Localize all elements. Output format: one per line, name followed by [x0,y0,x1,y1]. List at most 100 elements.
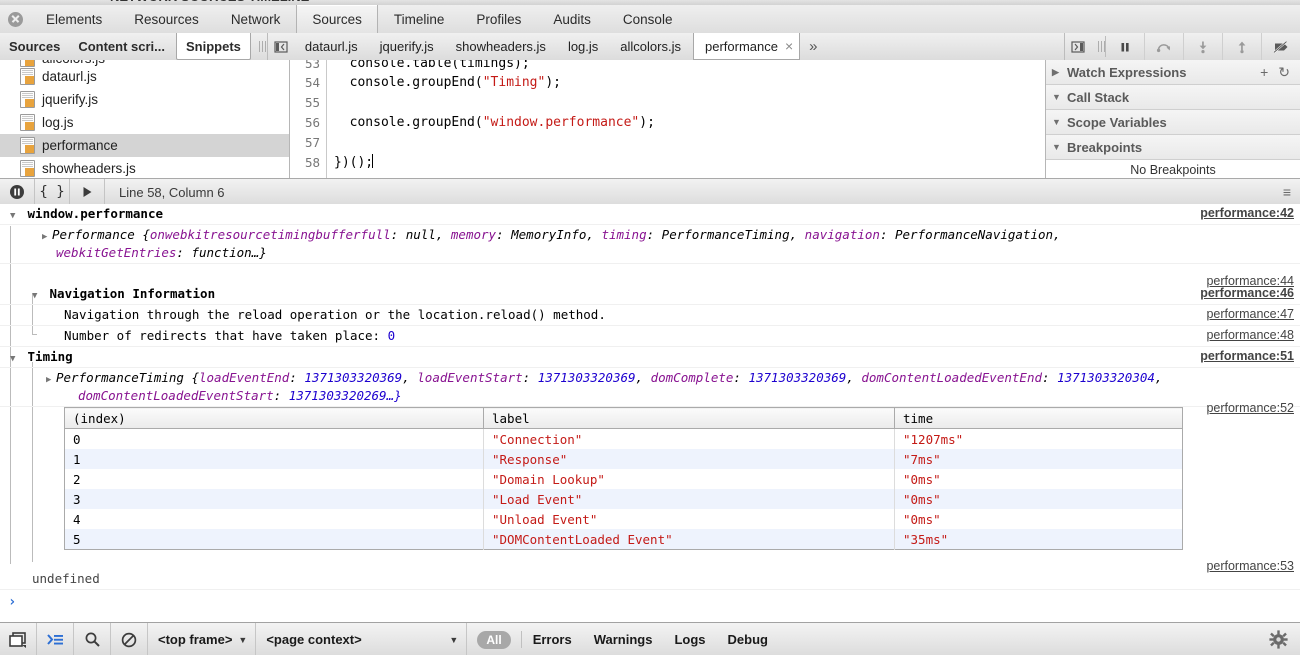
tab-sources[interactable]: Sources [296,5,378,33]
chevron-right-icon[interactable]: ▶ [46,372,56,388]
cell-label: "Response" [484,449,895,469]
object-key: navigation [805,227,880,242]
column-header-index[interactable]: (index) [65,408,484,429]
filter-errors-button[interactable]: Errors [522,623,583,655]
source-link[interactable]: performance:42 [1200,206,1294,220]
pause-on-exceptions-button[interactable] [0,179,35,205]
group-label: window.performance [28,206,163,221]
console-prompt-row[interactable]: › [0,590,1300,612]
panel-expand-icon [1071,40,1085,54]
filter-debug-button[interactable]: Debug [717,623,779,655]
console-group-navigation-information[interactable]: ▼ Navigation Information performance:46 [0,284,1300,305]
show-console-button[interactable] [37,623,74,655]
line-number: 57 [290,133,326,153]
file-tab-performance[interactable]: performance × [693,33,800,60]
file-tab-jquerify[interactable]: jquerify.js [369,33,445,60]
filter-all-button[interactable]: All [477,631,510,649]
file-tab-label: showheaders.js [456,39,546,54]
column-header-time[interactable]: time [895,408,1183,429]
console-table[interactable]: (index) label time 0 "Connection" "1207m… [64,407,1183,550]
cell-time: "1207ms" [895,429,1183,450]
add-watch-icon[interactable]: + [1260,64,1268,81]
console-group-window-performance[interactable]: ▼ window.performance performance:42 [0,204,1300,225]
pretty-print-button[interactable]: { } [35,179,70,205]
table-row[interactable]: 2 "Domain Lookup" "0ms" [65,469,1183,489]
refresh-icon[interactable]: ↻ [1278,64,1290,81]
frame-selector[interactable]: <top frame> ▼ [148,623,256,655]
close-icon[interactable]: × [785,39,793,53]
deactivate-breakpoints-button[interactable] [1262,33,1300,60]
close-devtools-button[interactable] [0,5,30,33]
source-link[interactable]: performance:47 [1206,307,1294,321]
source-link[interactable]: performance:51 [1200,349,1294,363]
filter-logs-button[interactable]: Logs [663,623,716,655]
file-tab-dataurl[interactable]: dataurl.js [294,33,369,60]
pause-resume-button[interactable] [1106,33,1145,60]
tab-timeline[interactable]: Timeline [378,5,461,33]
subtab-sources[interactable]: Sources [0,33,69,60]
console-output[interactable]: ▼ window.performance performance:42 ▶Per… [0,204,1300,622]
tab-audits[interactable]: Audits [537,5,607,33]
table-row[interactable]: 4 "Unload Event" "0ms" [65,509,1183,529]
list-item[interactable]: log.js [0,111,289,134]
file-tabs-overflow-button[interactable]: » [801,33,825,60]
source-link[interactable]: performance:48 [1206,328,1294,342]
chevron-right-icon[interactable]: ▶ [42,229,52,245]
code-text: console.table(timings); [350,60,530,71]
tab-network[interactable]: Network [215,5,297,33]
console-menu-icon[interactable]: ≡ [1283,179,1300,205]
dock-mode-button[interactable] [0,623,37,655]
toggle-navigator-button[interactable] [267,33,294,60]
list-item[interactable]: jquerify.js [0,88,289,111]
list-item[interactable]: showheaders.js [0,157,289,178]
table-row[interactable]: 5 "DOMContentLoaded Event" "35ms" [65,529,1183,550]
console-object-performance[interactable]: ▶Performance {onwebkitresourcetimingbuff… [0,225,1300,264]
tab-elements[interactable]: Elements [30,5,118,33]
tab-resources[interactable]: Resources [118,5,215,33]
clear-console-button[interactable] [111,623,148,655]
table-row[interactable]: 0 "Connection" "1207ms" [65,429,1183,450]
section-breakpoints[interactable]: ▼ Breakpoints [1046,135,1300,160]
section-watch-expressions[interactable]: ▶ Watch Expressions + ↻ [1046,60,1300,85]
tab-console[interactable]: Console [607,5,689,33]
column-header-label[interactable]: label [484,408,895,429]
list-item-performance[interactable]: performance [0,134,289,157]
subtab-content-scripts[interactable]: Content scri... [69,33,174,60]
file-tab-showheaders[interactable]: showheaders.js [445,33,557,60]
table-row[interactable]: 3 "Load Event" "0ms" [65,489,1183,509]
filter-warnings-button[interactable]: Warnings [583,623,664,655]
toggle-sidebar-button[interactable] [1064,33,1091,60]
pause-icon [1118,40,1132,54]
table-row[interactable]: 1 "Response" "7ms" [65,449,1183,469]
step-over-button[interactable] [1145,33,1184,60]
tab-label: Profiles [476,12,521,27]
file-tab-allcolors[interactable]: allcolors.js [609,33,692,60]
file-tab-label: dataurl.js [305,39,358,54]
list-item[interactable]: dataurl.js [0,65,289,88]
step-into-icon [1196,40,1210,54]
snippets-file-list[interactable]: allcolors.js dataurl.js jquerify.js log.… [0,60,290,178]
console-group-timing[interactable]: ▼ Timing performance:51 [0,347,1300,368]
tab-label: Elements [46,12,102,27]
console-object-performance-timing[interactable]: ▶PerformanceTiming {loadEventEnd: 137130… [0,368,1300,407]
file-tab-log[interactable]: log.js [557,33,609,60]
panel-tab-bar: Elements Resources Network Sources Timel… [0,5,1300,34]
code-editor[interactable]: 53 54 55 56 57 58 59 console.table(timin… [290,60,1046,178]
editor-status-bar: { } Line 58, Column 6 ≡ [0,178,1300,206]
source-link[interactable]: performance:46 [1200,286,1294,300]
right-sidebar-resize-handle[interactable] [1091,33,1105,60]
tab-label: Network [231,12,281,27]
step-out-button[interactable] [1223,33,1262,60]
tab-profiles[interactable]: Profiles [460,5,537,33]
sidebar-resize-handle[interactable] [253,33,267,60]
step-into-button[interactable] [1184,33,1223,60]
no-breakpoints-message: No Breakpoints [1046,160,1300,177]
subtab-snippets[interactable]: Snippets [176,33,251,60]
settings-button[interactable] [1269,623,1300,655]
context-selector[interactable]: <page context> ▼ [256,623,467,655]
code-content[interactable]: console.table(timings); console.groupEnd… [334,60,655,178]
run-snippet-button[interactable] [70,179,105,205]
section-scope-variables[interactable]: ▼ Scope Variables [1046,110,1300,135]
search-button[interactable] [74,623,111,655]
section-call-stack[interactable]: ▼ Call Stack [1046,85,1300,110]
